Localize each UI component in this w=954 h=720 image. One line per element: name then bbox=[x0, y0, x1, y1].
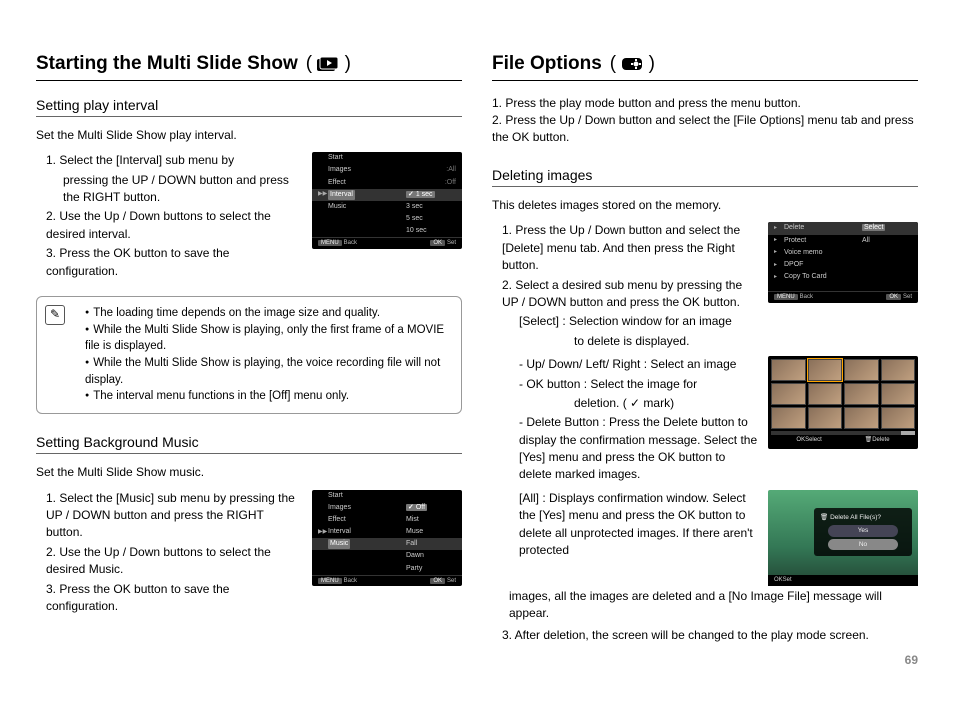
d2b: - Up/ Down/ Left/ Right : Select an imag… bbox=[502, 356, 758, 373]
r-intro2: 2. Press the Up / Down button and select… bbox=[492, 112, 918, 147]
del-row1: 1. Press the Up / Down button and select… bbox=[492, 222, 918, 352]
s2: 2. Use the Up / Down buttons to select t… bbox=[46, 208, 302, 243]
del-row3: [All] : Displays confirmation window. Se… bbox=[492, 490, 918, 586]
right-column: File Options ( ) 1. Press the play mode … bbox=[492, 50, 918, 644]
left-column: Starting the Multi Slide Show ( ) Settin… bbox=[36, 50, 462, 644]
d2: 2. Select a desired sub menu by pressing… bbox=[502, 277, 758, 312]
notes-list: The loading time depends on the image si… bbox=[73, 305, 451, 405]
d2c2: deletion. ( ✓ mark) bbox=[502, 395, 758, 412]
d3: 3. After deletion, the screen will be ch… bbox=[492, 627, 918, 644]
d2c: - OK button : Select the image for bbox=[502, 376, 758, 393]
interval-screen: Start Images:All Effect:Off ▶▶Interval1 … bbox=[312, 152, 462, 249]
left-title-paren: ( ) bbox=[306, 50, 351, 78]
right-title: File Options bbox=[492, 50, 602, 78]
del-steps1: 1. Press the Up / Down button and select… bbox=[492, 222, 758, 352]
d2a2: to delete is displayed. bbox=[502, 333, 758, 350]
d2e: [All] : Displays confirmation window. Se… bbox=[502, 490, 758, 560]
n1: The loading time depends on the image si… bbox=[85, 305, 451, 322]
confirm-screen: 🗑 Delete All File(s)? Yes No OKSet bbox=[768, 490, 918, 586]
del-intro: This deletes images stored on the memory… bbox=[492, 197, 918, 214]
sec1-intro: Set the Multi Slide Show play interval. bbox=[36, 127, 462, 144]
del-steps3: [All] : Displays confirmation window. Se… bbox=[492, 490, 758, 562]
d1: 1. Press the Up / Down button and select… bbox=[502, 222, 758, 274]
sec2-row: 1. Select the [Music] sub menu by pressi… bbox=[36, 490, 462, 618]
sec2-intro: Set the Multi Slide Show music. bbox=[36, 464, 462, 481]
d2d: - Delete Button : Press the Delete butto… bbox=[502, 414, 758, 484]
page-number: 69 bbox=[36, 652, 918, 669]
n4: The interval menu functions in the [Off]… bbox=[85, 388, 451, 405]
r-intro1: 1. Press the play mode button and press … bbox=[492, 95, 918, 112]
d2a: [Select] : Selection window for an image bbox=[502, 313, 758, 330]
right-title-paren: ( ) bbox=[610, 50, 655, 78]
page-columns: Starting the Multi Slide Show ( ) Settin… bbox=[36, 50, 918, 644]
s1: 1. Select the [Interval] sub menu by bbox=[46, 152, 302, 169]
delete-menu-screen: ▸DeleteSelect ▸ProtectAll ▸Voice memo ▸D… bbox=[768, 222, 918, 302]
sec1-row: 1. Select the [Interval] sub menu by pre… bbox=[36, 152, 462, 282]
sec1-heading: Setting play interval bbox=[36, 95, 462, 117]
thumbnail-screen: OKSelect🗑Delete bbox=[768, 356, 918, 449]
slideshow-icon bbox=[317, 57, 339, 71]
music-screen: Start ImagesOff EffectMist ▶▶IntervalMus… bbox=[312, 490, 462, 587]
yes-option: Yes bbox=[828, 525, 898, 536]
del-heading: Deleting images bbox=[492, 165, 918, 187]
m3: 3. Press the OK button to save the confi… bbox=[46, 581, 302, 616]
n2: While the Multi Slide Show is playing, o… bbox=[85, 322, 451, 355]
s3: 3. Press the OK button to save the confi… bbox=[46, 245, 302, 280]
confirm-dialog: 🗑 Delete All File(s)? Yes No bbox=[814, 508, 912, 556]
no-option: No bbox=[828, 539, 898, 550]
sec1-steps: 1. Select the [Interval] sub menu by pre… bbox=[36, 152, 302, 282]
m1: 1. Select the [Music] sub menu by pressi… bbox=[46, 490, 302, 542]
n3: While the Multi Slide Show is playing, t… bbox=[85, 355, 451, 388]
right-title-row: File Options ( ) bbox=[492, 50, 918, 81]
s1b: pressing the UP / DOWN button and press … bbox=[46, 172, 302, 207]
del-row2: - Up/ Down/ Left/ Right : Select an imag… bbox=[492, 356, 918, 486]
m2: 2. Use the Up / Down buttons to select t… bbox=[46, 544, 302, 579]
del-steps2: - Up/ Down/ Left/ Right : Select an imag… bbox=[492, 356, 758, 486]
sec2-heading: Setting Background Music bbox=[36, 432, 462, 454]
note-icon: ✎ bbox=[45, 305, 65, 325]
d2e2: images, all the images are deleted and a… bbox=[492, 588, 918, 623]
interval-notes: ✎ The loading time depends on the image … bbox=[36, 296, 462, 414]
left-title-row: Starting the Multi Slide Show ( ) bbox=[36, 50, 462, 81]
file-options-icon bbox=[621, 57, 643, 71]
sec2-steps: 1. Select the [Music] sub menu by pressi… bbox=[36, 490, 302, 618]
left-title: Starting the Multi Slide Show bbox=[36, 50, 298, 78]
